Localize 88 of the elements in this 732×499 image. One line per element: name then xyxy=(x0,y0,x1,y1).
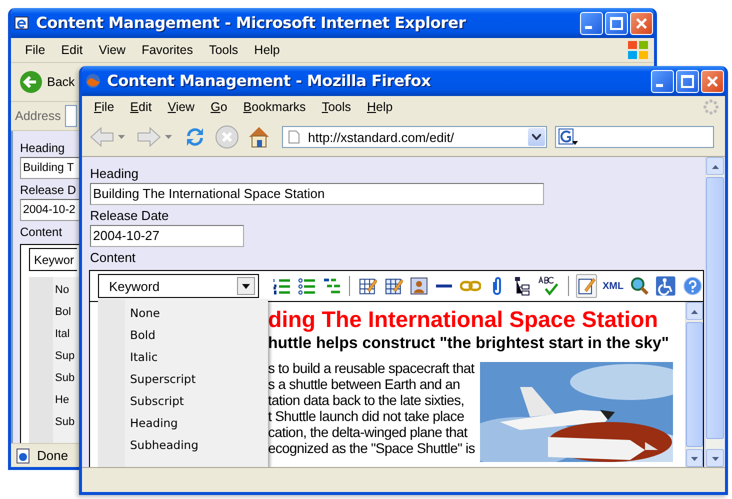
browser-icon xyxy=(14,15,30,31)
article-text: t Shuttle launch did not take place xyxy=(268,408,466,424)
page-icon xyxy=(288,130,300,144)
menu-item[interactable]: Tools xyxy=(200,43,246,57)
keyword-select[interactable]: Keywor xyxy=(29,248,77,271)
close-button[interactable] xyxy=(630,12,653,34)
url-field[interactable]: http://xstandard.com/edit/ xyxy=(282,126,547,148)
page-icon xyxy=(15,448,31,464)
address-field[interactable] xyxy=(64,105,77,127)
fox-globe-icon xyxy=(85,73,101,89)
menu-item[interactable]: Edit xyxy=(122,100,160,114)
search-engine-icon xyxy=(558,128,580,146)
address-label: Address xyxy=(15,109,61,123)
arrow-down-icon[interactable] xyxy=(691,457,698,461)
arrow-left-icon xyxy=(19,70,43,94)
close-button[interactable] xyxy=(701,70,724,92)
heading-field[interactable]: Building T xyxy=(20,157,80,179)
window-title: Content Management - Mozilla Firefox xyxy=(107,72,431,90)
minimize-icon xyxy=(585,26,592,28)
dropdown-option[interactable]: None xyxy=(130,302,268,324)
field-label: Heading xyxy=(20,140,65,157)
arrow-up-icon[interactable] xyxy=(691,310,698,314)
date-field[interactable]: 2004-10-27 xyxy=(90,225,244,247)
caret-icon[interactable] xyxy=(165,135,172,139)
dropdown-option[interactable]: Sub xyxy=(55,367,81,389)
article-text: tation data back to the late sixties, xyxy=(268,392,466,408)
windows-logo-icon xyxy=(626,39,650,61)
article-subheading: huttle helps construct "the brightest start in the sky" xyxy=(268,334,670,354)
dropdown-option[interactable]: Bold xyxy=(130,324,268,346)
article-text: s to build a reusable spacecraft that xyxy=(268,360,472,376)
menu-item[interactable]: File xyxy=(86,100,122,114)
field-label: Release D xyxy=(20,182,76,199)
minimize-button[interactable] xyxy=(651,70,674,92)
dropdown-option[interactable]: He xyxy=(55,389,81,411)
article-text: s a shuttle between Earth and an xyxy=(268,376,461,392)
dropdown-option[interactable]: Sup xyxy=(55,345,81,367)
throbber-icon xyxy=(703,99,719,115)
dropdown-button[interactable] xyxy=(236,277,255,295)
dropdown-option[interactable]: Sub xyxy=(55,411,81,433)
field-label: Heading xyxy=(90,165,138,183)
menu-item[interactable]: File xyxy=(17,43,54,57)
menu-item[interactable]: View xyxy=(90,43,134,57)
menu-item[interactable]: View xyxy=(160,100,203,114)
keyword-select[interactable]: Keyword xyxy=(98,274,259,298)
dropdown-button[interactable] xyxy=(528,128,545,146)
minimize-icon xyxy=(656,84,663,86)
dropdown-option[interactable]: Subheading xyxy=(130,434,268,456)
maximize-button[interactable] xyxy=(605,12,628,34)
tree-icon[interactable] xyxy=(512,274,532,298)
field-label: Content xyxy=(20,224,62,241)
dropdown-option[interactable]: Heading xyxy=(130,412,268,434)
url-text: http://xstandard.com/edit/ xyxy=(308,130,454,144)
heading-field[interactable]: Building The International Space Station xyxy=(90,183,544,205)
menu-item[interactable]: Go xyxy=(202,100,236,114)
menu-item[interactable]: Favorites xyxy=(134,43,201,57)
menu-item[interactable]: Tools xyxy=(314,100,359,114)
dropdown-option[interactable]: Superscript xyxy=(130,368,268,390)
caret-icon[interactable] xyxy=(118,135,125,139)
spellcheck-icon[interactable] xyxy=(537,274,561,298)
menu-item[interactable]: Help xyxy=(359,100,401,114)
maximize-button[interactable] xyxy=(676,70,699,92)
article-heading: ding The International Space Station xyxy=(268,306,660,334)
dropdown-option[interactable]: No xyxy=(55,279,81,301)
dropdown-option[interactable]: Subscript xyxy=(130,390,268,412)
edit-icon[interactable] xyxy=(576,274,597,298)
scrollbar[interactable] xyxy=(705,157,724,467)
dropdown-option[interactable]: Italic xyxy=(130,346,268,368)
menu-item[interactable]: Edit xyxy=(53,43,91,57)
arrow-up-icon[interactable] xyxy=(712,165,718,169)
scrollbar[interactable] xyxy=(685,302,703,467)
minimize-button[interactable] xyxy=(580,12,603,34)
menu-item[interactable]: Bookmarks xyxy=(235,100,314,114)
xml-button[interactable]: XML xyxy=(602,274,624,298)
window-title: Content Management - Microsoft Internet Explorer xyxy=(36,14,466,32)
back-button[interactable]: Back xyxy=(17,70,77,94)
caret-icon xyxy=(532,134,541,140)
article-text: cation, the delta-winged plane that xyxy=(268,424,468,440)
arrow-down-icon[interactable] xyxy=(712,457,718,461)
menu-item[interactable]: Help xyxy=(246,43,288,57)
dropdown-option[interactable]: Bol xyxy=(55,301,81,323)
help-icon[interactable] xyxy=(682,274,704,298)
status-text: Done xyxy=(37,448,68,463)
accessibility-icon[interactable] xyxy=(655,274,677,298)
field-label: Release Date xyxy=(90,207,169,225)
search-field[interactable] xyxy=(555,126,714,148)
field-label: Content xyxy=(90,249,136,267)
dropdown-option[interactable]: Ital xyxy=(55,323,81,345)
date-field[interactable]: 2004-10-2 xyxy=(20,199,80,221)
